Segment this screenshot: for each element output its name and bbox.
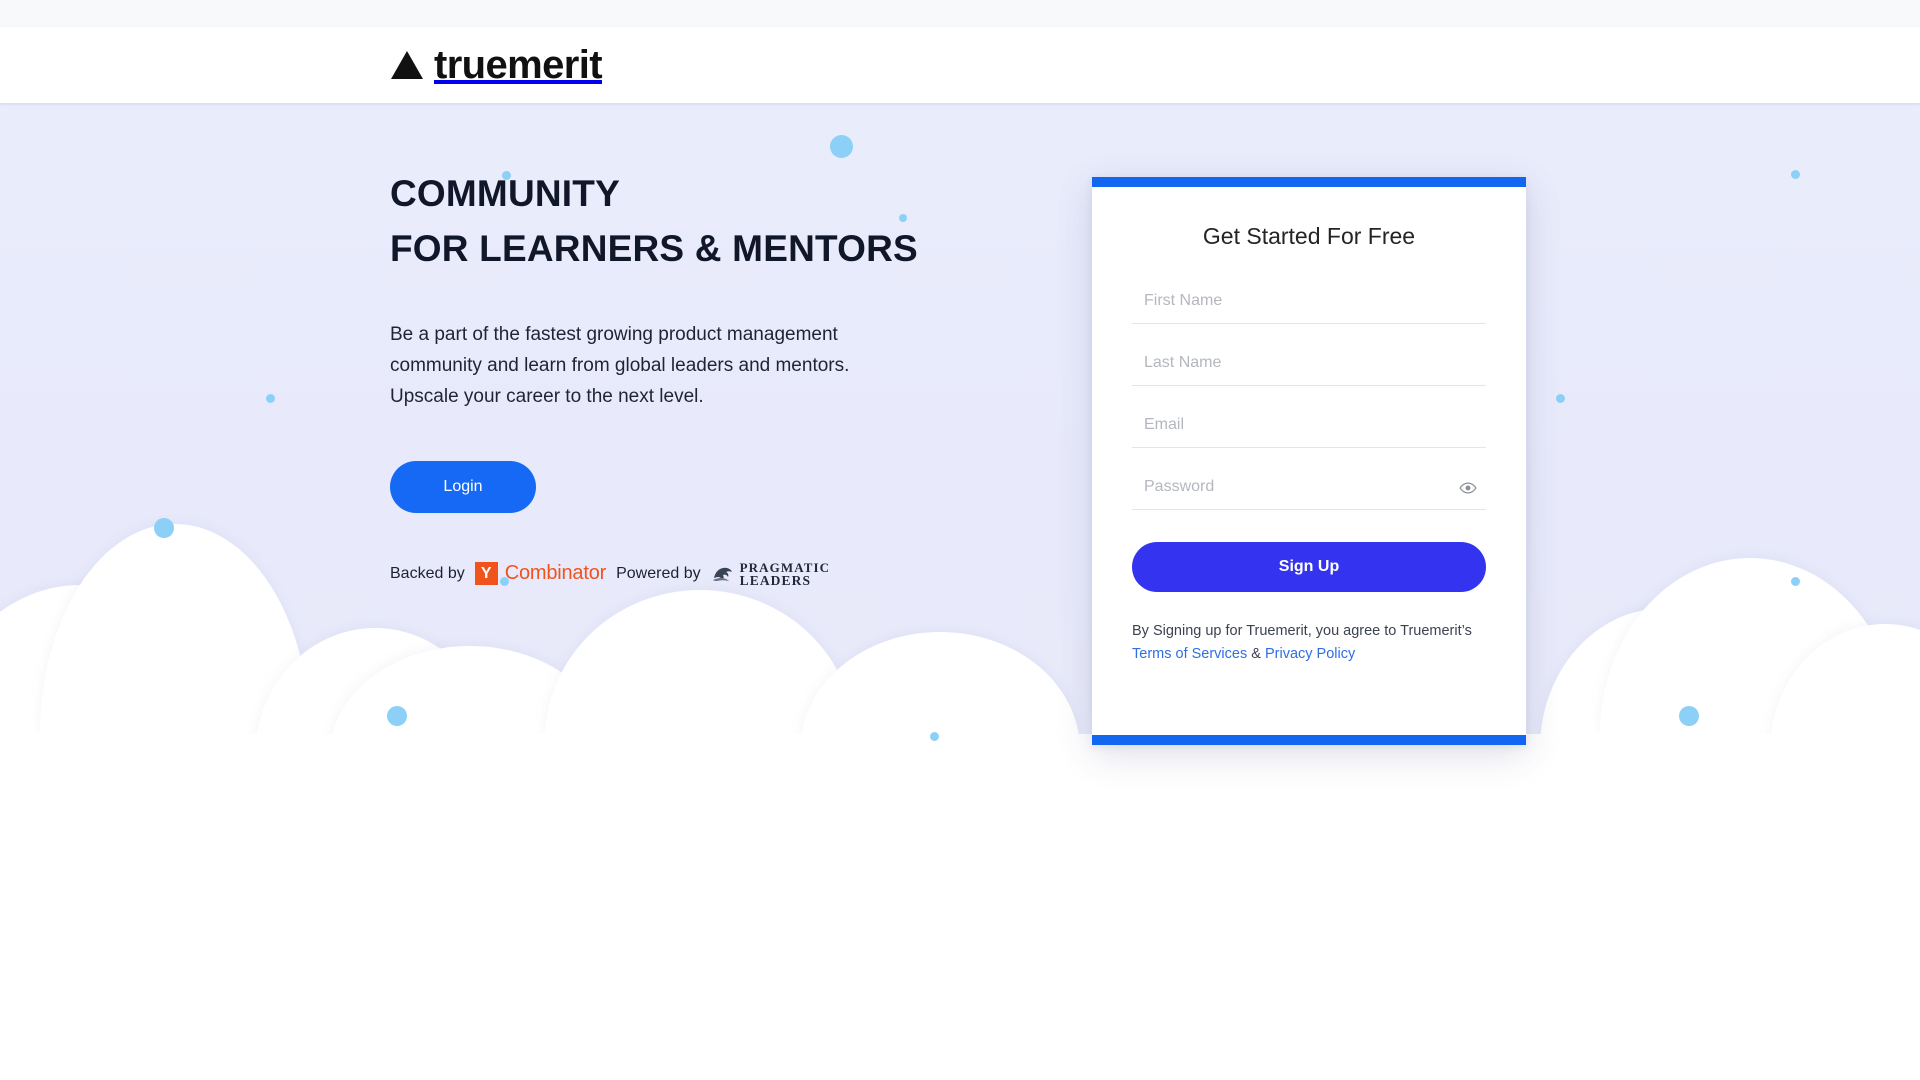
signup-card: Get Started For Free First Name Last Nam… [1092, 177, 1526, 745]
last-name-field [1132, 346, 1486, 386]
page-title: COMMUNITY FOR LEARNERS & MENTORS [390, 167, 1030, 277]
pragmatic-leaders-logo[interactable]: PRAGMATIC LEADERS [711, 561, 831, 588]
lion-head-icon [712, 567, 732, 581]
signup-card-title: Get Started For Free [1202, 223, 1416, 249]
decorative-dot [1556, 394, 1565, 403]
decorative-dot [830, 135, 853, 158]
powered-by-label: Powered by [616, 564, 701, 582]
yc-wordmark: Combinator [504, 562, 607, 585]
login-button[interactable]: Login [390, 460, 536, 513]
decorative-dot [1791, 170, 1800, 179]
first-name-input[interactable] [1132, 284, 1486, 324]
decorative-dot [1679, 706, 1699, 726]
decorative-dot [266, 394, 275, 403]
hero-copy-column: COMMUNITY FOR LEARNERS & MENTORS Be a pa… [390, 167, 1030, 587]
below-hero-section [0, 830, 1920, 1080]
partner-badges: Backed by Y Combinator Powered by PRAGMA… [390, 561, 1030, 588]
decorative-dot [930, 732, 939, 741]
eye-icon [1459, 482, 1477, 494]
brand-wordmark: truemerit [434, 43, 603, 87]
top-strip [0, 0, 1920, 27]
pragmatic-leaders-wordmark: PRAGMATIC LEADERS [740, 561, 831, 588]
first-name-field [1132, 284, 1486, 324]
ycombinator-logo[interactable]: Y Combinator [474, 562, 607, 586]
email-input[interactable] [1132, 408, 1486, 448]
headline-line-2: FOR LEARNERS & MENTORS [390, 227, 918, 269]
decorative-dot [387, 706, 407, 726]
decorative-dot [154, 518, 174, 538]
terms-disclaimer: By Signing up for Truemerit, you agree t… [1132, 620, 1486, 666]
triangle-icon [391, 51, 423, 79]
privacy-policy-link[interactable]: Privacy Policy [1265, 646, 1355, 662]
decorative-dot [1791, 577, 1800, 586]
pragmatic-line-2: LEADERS [739, 572, 812, 588]
hero-section: COMMUNITY FOR LEARNERS & MENTORS Be a pa… [0, 103, 1920, 830]
yc-monogram: Y [474, 562, 498, 586]
password-field [1132, 470, 1486, 510]
page-root: truemerit COMMUNITY FOR LEARNERS & MENTO… [0, 0, 1920, 1080]
terms-conjunction: & [1251, 646, 1261, 663]
pragmatic-line-1: PRAGMATIC [739, 559, 831, 575]
backed-by-label: Backed by [390, 564, 465, 582]
brand-logo[interactable]: truemerit [390, 43, 603, 87]
signup-form: Get Started For Free First Name Last Nam… [1092, 187, 1526, 666]
card-bottom-accent-bar [1092, 735, 1526, 745]
navbar: truemerit [0, 27, 1920, 103]
terms-intro-text: By Signing up for Truemerit, you agree t… [1132, 623, 1472, 639]
email-field [1132, 408, 1486, 448]
hero-description: Be a part of the fastest growing product… [390, 323, 850, 408]
password-input[interactable] [1132, 470, 1486, 510]
card-top-accent-bar [1092, 177, 1526, 187]
terms-of-services-link[interactable]: Terms of Services [1132, 646, 1247, 662]
headline-line-1: COMMUNITY [390, 173, 620, 214]
toggle-password-visibility-button[interactable] [1456, 476, 1480, 500]
last-name-input[interactable] [1132, 346, 1486, 386]
sign-up-button[interactable]: Sign Up [1132, 542, 1486, 592]
